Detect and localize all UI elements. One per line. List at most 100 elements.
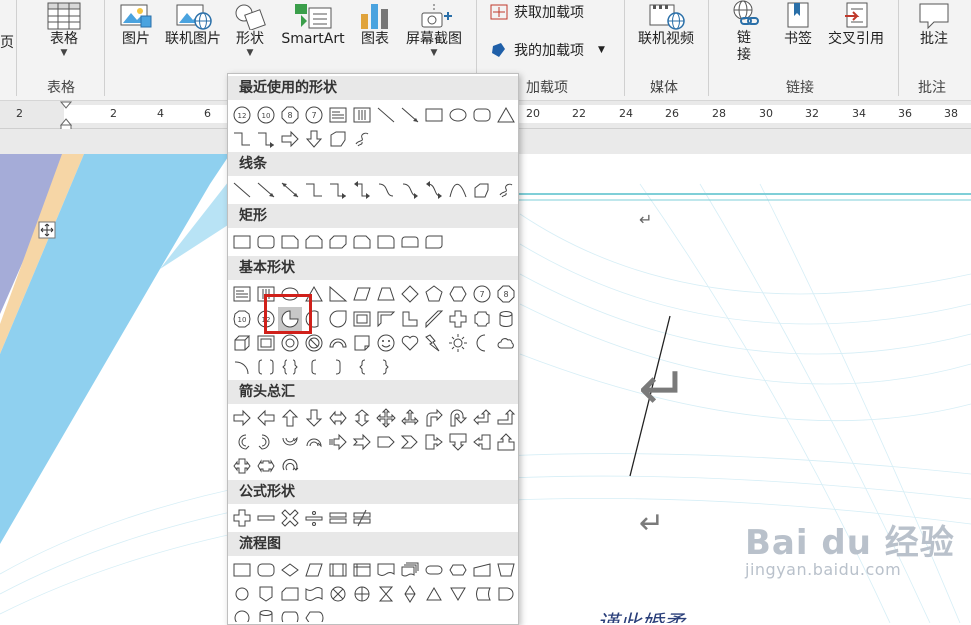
shape-down-arrow-callout[interactable] [446, 430, 470, 454]
shape-decagon-10[interactable]: 10 [254, 103, 278, 127]
shape-flowchart-document[interactable] [374, 558, 398, 582]
shape-flowchart-connector[interactable] [230, 582, 254, 606]
shape-flowchart-manual-operation[interactable] [494, 558, 518, 582]
chart-button[interactable]: 图表 [357, 2, 393, 48]
shape-left-up-arrow[interactable] [470, 406, 494, 430]
shape-right-brace[interactable] [374, 355, 398, 379]
shape-elbow-arrow-connector[interactable] [254, 127, 278, 151]
shape-elbow-connector[interactable] [230, 127, 254, 151]
picture-button[interactable]: 图片 [118, 2, 154, 48]
shape-diamond[interactable] [398, 282, 422, 306]
shape-right-arrow[interactable] [230, 406, 254, 430]
shape-flowchart-stored-data[interactable] [470, 582, 494, 606]
shape-flowchart-multidocument[interactable] [398, 558, 422, 582]
shape-oval[interactable] [446, 103, 470, 127]
shape-flowchart-sequential-storage[interactable] [230, 606, 254, 622]
shape-curved-arrow-connector[interactable] [398, 178, 422, 202]
shape-flowchart-display[interactable] [302, 606, 326, 622]
shape-cloud[interactable] [494, 331, 518, 355]
shape-decagon-10[interactable]: 10 [230, 307, 254, 331]
shape-elbow-connector[interactable] [302, 178, 326, 202]
get-addins-button[interactable]: 获取加载项 [490, 2, 584, 22]
shape-left-right-arrow[interactable] [326, 406, 350, 430]
shape-arc[interactable] [230, 355, 254, 379]
shape-up-arrow[interactable] [278, 406, 302, 430]
shape-rounded-rectangle[interactable] [470, 103, 494, 127]
shape-up-down-arrow[interactable] [350, 406, 374, 430]
shape-down-arrow[interactable] [302, 406, 326, 430]
online-video-button[interactable]: 联机视频 [634, 2, 698, 48]
shape-division[interactable] [302, 506, 326, 530]
shape-curved-double-arrow[interactable] [422, 178, 446, 202]
shape-line[interactable] [230, 178, 254, 202]
shape-flowchart-magnetic-disk[interactable] [254, 606, 278, 622]
shape-freeform-shape[interactable] [470, 178, 494, 202]
shape-trapezoid[interactable] [374, 282, 398, 306]
shape-flowchart-data[interactable] [302, 558, 326, 582]
shape-no-symbol[interactable] [302, 331, 326, 355]
shape-striped-right-arrow[interactable] [326, 430, 350, 454]
shape-flowchart-process[interactable] [230, 558, 254, 582]
shape-snip-diagonal[interactable] [326, 230, 350, 254]
shape-smiley-face[interactable] [374, 331, 398, 355]
shape-half-frame[interactable] [374, 307, 398, 331]
shape-flowchart-punched-tape[interactable] [302, 582, 326, 606]
shape-left-bracket[interactable] [302, 355, 326, 379]
shape-flowchart-manual-input[interactable] [470, 558, 494, 582]
shape-down-arrow[interactable] [302, 127, 326, 151]
shape-heptagon-7[interactable]: 7 [302, 103, 326, 127]
shape-double-bracket[interactable] [254, 355, 278, 379]
shape-heart[interactable] [398, 331, 422, 355]
shape-left-right-up-arrow[interactable] [398, 406, 422, 430]
shape-multiply[interactable] [278, 506, 302, 530]
shape-round-single-corner[interactable] [374, 230, 398, 254]
shape-arrow-line[interactable] [398, 103, 422, 127]
shape-flowchart-off-page-connector[interactable] [254, 582, 278, 606]
shape-parallelogram[interactable] [350, 282, 374, 306]
shape-cross[interactable] [446, 307, 470, 331]
shape-block-arc[interactable] [326, 331, 350, 355]
shape-notched-right-arrow[interactable] [350, 430, 374, 454]
shape-flowchart-extract[interactable] [422, 582, 446, 606]
shape-snip-same-side[interactable] [302, 230, 326, 254]
shape-snip-corner[interactable] [326, 127, 350, 151]
shape-vertical-text-box[interactable] [350, 103, 374, 127]
shape-cube[interactable] [230, 331, 254, 355]
shape-bent-arrow[interactable] [422, 406, 446, 430]
shape-flowchart-collate[interactable] [374, 582, 398, 606]
shape-round-same-side[interactable] [398, 230, 422, 254]
shape-pentagon-arrow[interactable] [374, 430, 398, 454]
shape-folded-corner[interactable] [350, 331, 374, 355]
shape-double-arrow-line[interactable] [278, 178, 302, 202]
shape-left-brace[interactable] [350, 355, 374, 379]
shape-frame[interactable] [350, 307, 374, 331]
shape-text-box[interactable] [326, 103, 350, 127]
shape-u-turn-arrow[interactable] [446, 406, 470, 430]
shape-flowchart-direct-access-storage[interactable] [278, 606, 302, 622]
shape-curved-left-arrow[interactable] [254, 430, 278, 454]
shape-flowchart-internal-storage[interactable] [350, 558, 374, 582]
shape-arrow-line[interactable] [254, 178, 278, 202]
shape-moon[interactable] [470, 331, 494, 355]
shape-flowchart-merge[interactable] [446, 582, 470, 606]
shape-curved-up-arrow[interactable] [278, 430, 302, 454]
shape-flowchart-summing-junction[interactable] [326, 582, 350, 606]
shape-freeform[interactable] [350, 127, 374, 151]
table-button[interactable]: 表格 ▼ [44, 2, 84, 58]
shape-text-box[interactable] [230, 282, 254, 306]
shape-up-arrow-callout[interactable] [494, 430, 518, 454]
shape-round-diagonal[interactable] [422, 230, 446, 254]
shape-not-equal[interactable] [350, 506, 374, 530]
shape-lightning-bolt[interactable] [422, 331, 446, 355]
shapes-button[interactable]: 形状 ▼ [228, 0, 272, 72]
link-button[interactable]: 链 接 [725, 0, 763, 64]
screenshot-button[interactable]: 屏幕截图 ▼ [402, 2, 466, 58]
shape-bevel[interactable] [254, 331, 278, 355]
shape-flowchart-sort[interactable] [398, 582, 422, 606]
smartart-button[interactable]: SmartArt [280, 2, 346, 48]
shape-right-arrow[interactable] [278, 127, 302, 151]
cross-reference-button[interactable]: 交叉引用 [824, 2, 888, 48]
comment-button[interactable]: 批注 [914, 2, 954, 48]
shape-rectangle[interactable] [422, 103, 446, 127]
shape-circular-arrow[interactable] [278, 454, 302, 478]
